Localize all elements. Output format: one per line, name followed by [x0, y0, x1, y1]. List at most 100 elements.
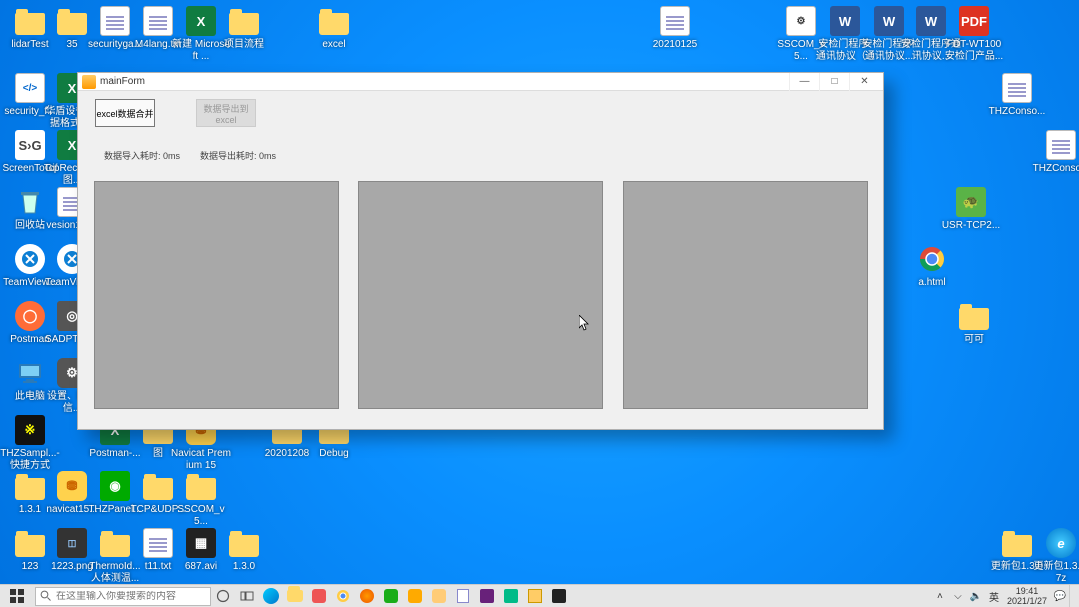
navicat-icon: ⛃	[56, 470, 88, 502]
show-desktop-button[interactable]	[1069, 585, 1075, 607]
ie-icon: e	[1045, 527, 1077, 559]
folder-icon	[1001, 527, 1033, 559]
desktop-icon[interactable]: 可可	[953, 300, 995, 346]
system-tray: ˄ ⌵ 🔈 英 19:41 2021/1/27 💬	[931, 585, 1079, 607]
doc-icon: W	[915, 5, 947, 37]
desktop-icon[interactable]: e更新包1.3.0.7z	[1040, 527, 1079, 585]
desktop-icon[interactable]: THZConso...	[996, 72, 1038, 118]
desktop-icon[interactable]: SSCOM_v5...	[180, 470, 222, 528]
folder-icon	[14, 470, 46, 502]
desktop-icon[interactable]: X新建 Microsoft ...	[180, 5, 222, 63]
start-button[interactable]	[0, 585, 34, 607]
client-area: excel数据合并 数据导出到excel 数据导入耗时: 0ms 数据导出耗时:…	[78, 91, 883, 429]
tb-terminal[interactable]	[547, 585, 571, 607]
tb-app3[interactable]	[499, 585, 523, 607]
desktop-icon[interactable]: a.html	[911, 243, 953, 289]
txt-icon	[99, 5, 131, 37]
pdf-icon: PDF	[958, 5, 990, 37]
icon-label: FDT-WT100安检门产品...	[944, 39, 1004, 63]
xml-icon: </>	[14, 72, 46, 104]
png-icon: ◫	[56, 527, 88, 559]
tb-firefox[interactable]	[355, 585, 379, 607]
desktop-icon[interactable]: PDFFDT-WT100安检门产品...	[953, 5, 995, 63]
postman-icon: ◯	[14, 300, 46, 332]
tb-notepad[interactable]	[451, 585, 475, 607]
app-icon: ※	[14, 414, 46, 446]
desktop-icon[interactable]: excel	[313, 5, 355, 51]
tb-app1[interactable]	[403, 585, 427, 607]
panel-left	[94, 181, 339, 409]
txt-icon	[142, 5, 174, 37]
desktop-icon[interactable]: 🐢USR-TCP2...	[950, 186, 992, 232]
mainform-window[interactable]: mainForm — □ ✕ excel数据合并 数据导出到excel 数据导入…	[77, 72, 884, 430]
folder-icon	[318, 5, 350, 37]
minimize-button[interactable]: —	[789, 73, 819, 91]
tb-vpn[interactable]	[307, 585, 331, 607]
cursor-icon	[579, 315, 591, 334]
clock-date: 2021/1/27	[1007, 596, 1047, 606]
desktop-icon[interactable]: 项目流程	[223, 5, 265, 51]
tb-edge[interactable]	[259, 585, 283, 607]
search-input[interactable]	[56, 591, 206, 602]
icon-label: USR-TCP2...	[941, 220, 1001, 232]
clock-time: 19:41	[1016, 586, 1039, 596]
txt-icon	[142, 527, 174, 559]
app-icon: ◉	[99, 470, 131, 502]
tray-up-icon[interactable]: ˄	[931, 585, 949, 607]
window-title: mainForm	[100, 76, 145, 87]
tray-ime-icon[interactable]: 英	[985, 585, 1003, 607]
txt-icon	[1001, 72, 1033, 104]
app-icon: S›G	[14, 129, 46, 161]
folder-icon	[228, 5, 260, 37]
export-excel-button[interactable]: 数据导出到excel	[196, 99, 256, 127]
icon-label: 20210125	[645, 39, 705, 51]
txt-icon	[659, 5, 691, 37]
desktop-icon[interactable]: ThermoId...人体测温...	[94, 527, 136, 585]
doc-icon: W	[873, 5, 905, 37]
cortana-icon[interactable]	[211, 585, 235, 607]
tb-vs[interactable]	[475, 585, 499, 607]
search-icon	[40, 590, 52, 602]
close-button[interactable]: ✕	[849, 73, 879, 91]
folder-icon	[958, 300, 990, 332]
avi-icon: ▦	[185, 527, 217, 559]
folder-icon	[228, 527, 260, 559]
doc-icon: W	[829, 5, 861, 37]
icon-label: THZConso...	[1031, 163, 1079, 175]
desktop-icon[interactable]: THZConso...	[1040, 129, 1079, 175]
desktop-icon[interactable]: ※THZSampl...-快捷方式	[9, 414, 51, 472]
tray-sound-icon[interactable]: 🔈	[967, 585, 985, 607]
icon-label: excel	[304, 39, 364, 51]
notifications-icon[interactable]: 💬	[1051, 585, 1069, 607]
export-time-label: 数据导出耗时: 0ms	[200, 149, 276, 162]
desktop-icon[interactable]: 20210125	[654, 5, 696, 51]
folder-icon	[142, 470, 174, 502]
maximize-button[interactable]: □	[819, 73, 849, 91]
titlebar[interactable]: mainForm — □ ✕	[78, 73, 883, 91]
icon-label: 可可	[944, 334, 1004, 346]
exe-icon: ⚙	[785, 5, 817, 37]
tb-explorer[interactable]	[283, 585, 307, 607]
desktop[interactable]: lidarTest35securityga...M4lang.txtX新建 Mi…	[0, 0, 1079, 607]
taskbar-search[interactable]	[35, 587, 211, 606]
tb-app4[interactable]	[523, 585, 547, 607]
taskbar-clock[interactable]: 19:41 2021/1/27	[1003, 586, 1051, 606]
tray-wifi-icon[interactable]: ⌵	[949, 585, 967, 607]
app-icon	[82, 75, 96, 89]
recycle-icon	[14, 186, 46, 218]
taskview-icon[interactable]	[235, 585, 259, 607]
tb-app2[interactable]	[427, 585, 451, 607]
icon-label: Debug	[304, 448, 364, 460]
taskbar: ˄ ⌵ 🔈 英 19:41 2021/1/27 💬	[0, 584, 1079, 607]
icon-label: 1.3.0	[214, 561, 274, 573]
icon-label: 更新包1.3.0.7z	[1031, 561, 1079, 585]
icon-label: 项目流程	[214, 39, 274, 51]
icon-label: a.html	[902, 277, 962, 289]
folder-icon	[14, 527, 46, 559]
excel-merge-button[interactable]: excel数据合并	[95, 99, 155, 127]
desktop-icon[interactable]: 1.3.0	[223, 527, 265, 573]
tv-icon	[14, 243, 46, 275]
tb-chrome[interactable]	[331, 585, 355, 607]
tb-wechat[interactable]	[379, 585, 403, 607]
import-time-label: 数据导入耗时: 0ms	[104, 149, 180, 162]
